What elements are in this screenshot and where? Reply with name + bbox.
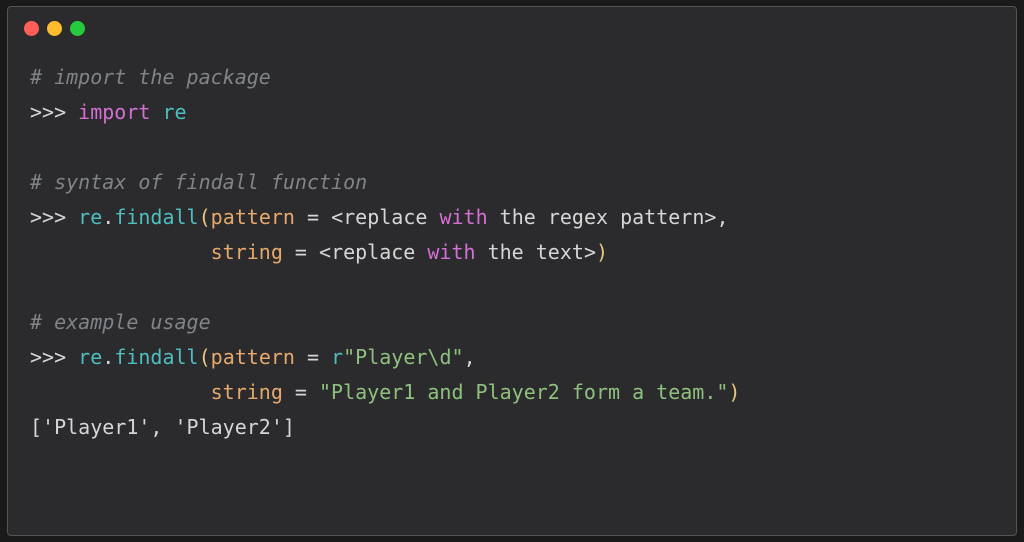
equals: =: [295, 380, 307, 404]
string-literal: "Player1 and Player2 form a team.": [319, 380, 728, 404]
angle-close: >: [584, 240, 596, 264]
angle-open: <: [319, 240, 331, 264]
placeholder-text: the text: [476, 240, 584, 264]
dot: .: [102, 345, 114, 369]
paren-open: (: [199, 345, 211, 369]
placeholder-text: the regex pattern: [488, 205, 705, 229]
repl-prompt: >>>: [30, 205, 78, 229]
module-name: re: [162, 100, 186, 124]
output-line: ['Player1', 'Player2']: [30, 415, 295, 439]
function-name: findall: [114, 345, 198, 369]
param-name: string: [211, 380, 283, 404]
minimize-icon[interactable]: [47, 21, 62, 36]
close-icon[interactable]: [24, 21, 39, 36]
function-name: findall: [114, 205, 198, 229]
param-name: pattern: [211, 345, 295, 369]
angle-open: <: [331, 205, 343, 229]
code-window: # import the package >>> import re # syn…: [7, 6, 1017, 536]
object-ref: re: [78, 205, 102, 229]
equals: =: [307, 205, 319, 229]
keyword-with: with: [439, 205, 487, 229]
paren-close: ): [728, 380, 740, 404]
repl-prompt: >>>: [30, 345, 78, 369]
code-block: # import the package >>> import re # syn…: [8, 42, 1016, 463]
keyword-with: with: [427, 240, 475, 264]
keyword-import: import: [78, 100, 150, 124]
equals: =: [295, 240, 307, 264]
placeholder-text: replace: [331, 240, 427, 264]
comment-line: # example usage: [30, 310, 211, 334]
param-name: string: [211, 240, 283, 264]
titlebar: [8, 7, 1016, 42]
equals: =: [307, 345, 319, 369]
maximize-icon[interactable]: [70, 21, 85, 36]
string-literal: "Player\d": [343, 345, 463, 369]
comma: ,: [716, 205, 728, 229]
comma: ,: [464, 345, 476, 369]
angle-close: >: [704, 205, 716, 229]
paren-open: (: [199, 205, 211, 229]
param-name: pattern: [211, 205, 295, 229]
placeholder-text: replace: [343, 205, 439, 229]
comment-line: # syntax of findall function: [30, 170, 367, 194]
comment-line: # import the package: [30, 65, 271, 89]
dot: .: [102, 205, 114, 229]
paren-close: ): [596, 240, 608, 264]
object-ref: re: [78, 345, 102, 369]
raw-prefix: r: [331, 345, 343, 369]
repl-prompt: >>>: [30, 100, 78, 124]
